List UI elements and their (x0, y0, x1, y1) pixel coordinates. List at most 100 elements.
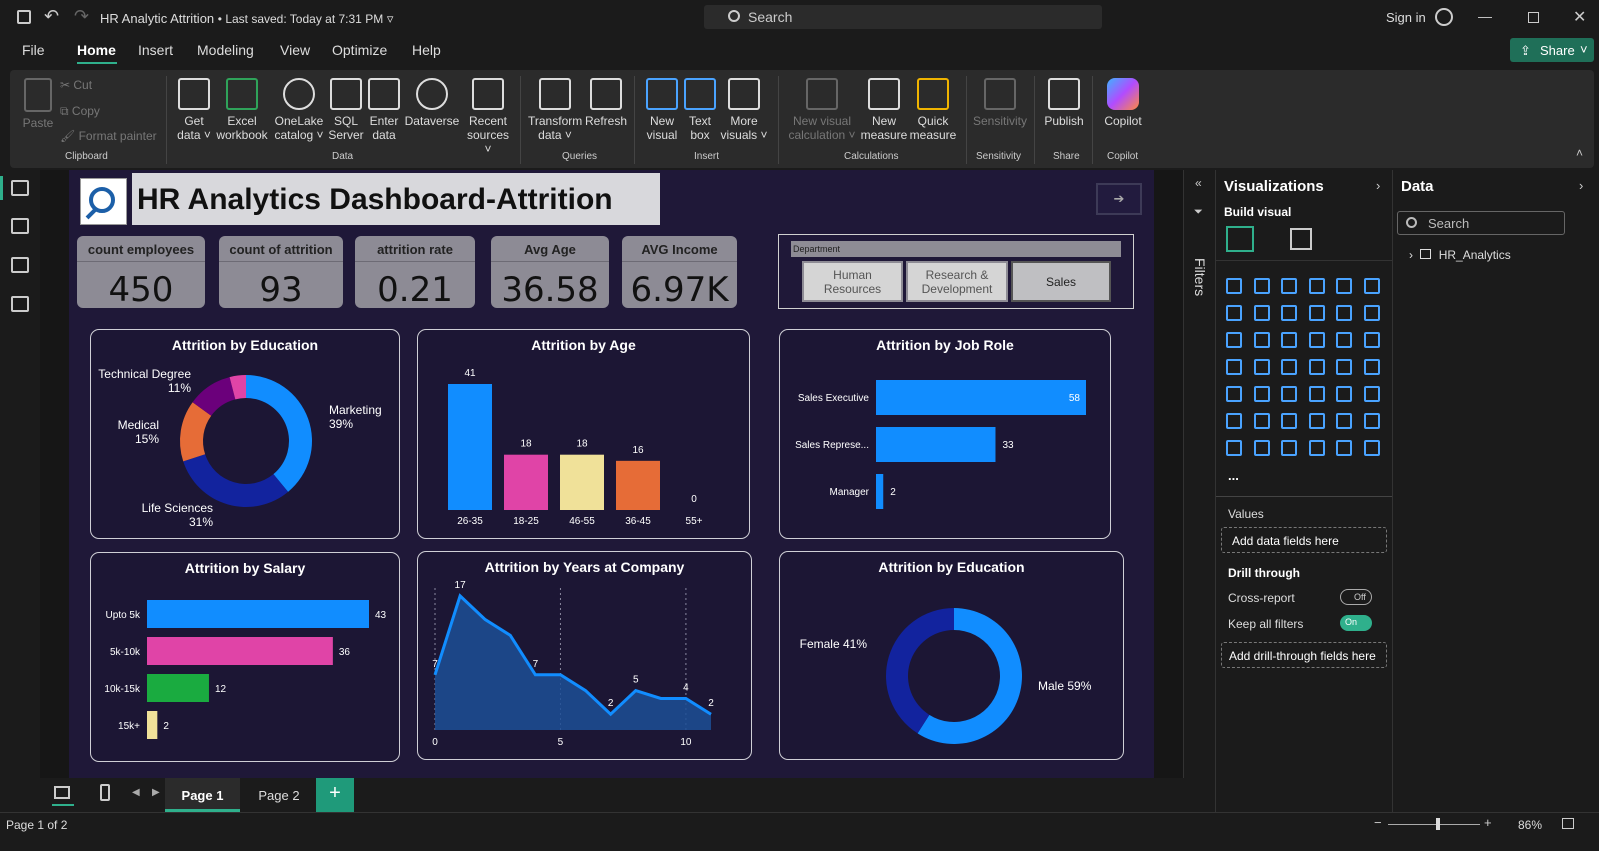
zoom-out-icon[interactable]: − (1374, 815, 1382, 830)
values-well[interactable]: Add data fields here (1221, 527, 1387, 553)
line-clustered-visual-icon[interactable] (1363, 305, 1380, 321)
next-page-icon[interactable]: ▶ (152, 787, 160, 798)
chart-attrition-by-job-role[interactable]: Attrition by Job Role Sales Executive 58 S… (779, 329, 1111, 539)
chart-attrition-by-age[interactable]: Attrition by Age 41 26-35 18 18-25 18 46-55 16… (417, 329, 750, 539)
smart-narrative-visual-icon[interactable] (1336, 413, 1352, 429)
python-visual-visual-icon[interactable] (1226, 413, 1242, 429)
new-visual-calculation-button[interactable]: New visual calculation ˅ (786, 70, 858, 142)
metrics-visual-icon[interactable] (1363, 413, 1380, 429)
menu-modeling[interactable]: Modeling (197, 42, 254, 58)
prev-page-icon[interactable]: ◀ (132, 787, 140, 798)
100-bar-visual-icon[interactable] (1336, 278, 1352, 294)
undo-icon[interactable]: ↶ (44, 6, 59, 27)
menu-help[interactable]: Help (412, 42, 441, 58)
avatar[interactable] (1435, 8, 1453, 26)
power-apps-visual-icon[interactable] (1253, 440, 1270, 456)
menu-home[interactable]: Home (77, 42, 116, 58)
power-automate-visual-icon[interactable] (1281, 440, 1297, 456)
filters-pane[interactable]: « ⏷ Filters (1183, 170, 1215, 825)
quick-measure-button[interactable]: Quick measure (908, 70, 958, 142)
ribbon-visual-icon[interactable] (1308, 305, 1325, 321)
power-bi-button-visual-icon[interactable] (1308, 440, 1325, 456)
paginated-report-visual-icon[interactable] (1226, 440, 1242, 456)
cross-report-toggle[interactable]: Off (1340, 589, 1372, 605)
close-icon[interactable]: ✕ (1573, 7, 1586, 27)
menu-file[interactable]: File (22, 42, 45, 58)
page-tab-1[interactable]: Page 1 (165, 778, 240, 812)
chart-attrition-by-gender[interactable]: Attrition by Education Male 59% Female 41… (779, 551, 1124, 760)
zoom-thumb[interactable] (1436, 818, 1440, 830)
dax-query-view-icon[interactable] (11, 296, 29, 312)
treemap-visual-icon[interactable] (1363, 332, 1380, 348)
onelake-catalog-button[interactable]: OneLake catalog ˅ (270, 70, 328, 142)
more-visuals-button[interactable]: More visuals ˅ (718, 70, 770, 142)
more-visuals-icon[interactable]: ... (1228, 468, 1239, 483)
sign-in-button[interactable]: Sign in (1386, 10, 1426, 25)
dataverse-button[interactable]: Dataverse (402, 70, 462, 128)
menu-optimize[interactable]: Optimize (332, 42, 387, 58)
qa-visual-icon[interactable] (1308, 413, 1325, 429)
collapse-pane-icon[interactable]: › (1376, 178, 1380, 193)
scatter-visual-icon[interactable] (1281, 332, 1297, 348)
format-visual-tab-icon[interactable] (1290, 228, 1312, 250)
chart-attrition-by-education[interactable]: Attrition by Education Marketing 39% Life … (90, 329, 400, 539)
get-data-button[interactable]: Get data ˅ (174, 70, 214, 142)
drill-through-well[interactable]: Add drill-through fields here (1221, 642, 1387, 668)
stacked-bar-visual-icon[interactable] (1226, 278, 1242, 294)
zoom-in-icon[interactable]: + (1484, 815, 1492, 830)
slicer-item-human-resources[interactable]: Human Resources (802, 261, 903, 302)
maximize-icon[interactable] (1528, 12, 1539, 23)
new-measure-button[interactable]: New measure (860, 70, 908, 142)
slicer-visual-icon[interactable] (1281, 386, 1297, 402)
kpi-visual-icon[interactable] (1253, 386, 1270, 402)
refresh-button[interactable]: Refresh (584, 70, 628, 128)
slicer-item-sales[interactable]: Sales (1011, 261, 1111, 302)
more-visual-icon[interactable] (1363, 440, 1380, 456)
donut-visual-icon[interactable] (1336, 332, 1352, 348)
clustered-bar-visual-icon[interactable] (1281, 278, 1297, 294)
excel-workbook-button[interactable]: Excel workbook (214, 70, 270, 142)
card-visual-icon[interactable] (1363, 359, 1380, 375)
waterfall-visual-icon[interactable] (1226, 332, 1242, 348)
key-influencers-visual-icon[interactable] (1253, 413, 1270, 429)
sql-server-button[interactable]: SQL Server (326, 70, 366, 142)
fit-page-icon[interactable] (1562, 818, 1574, 829)
text-box-button[interactable]: Text box (682, 70, 718, 142)
recent-sources-button[interactable]: Recent sources ˅ (462, 70, 514, 156)
area-visual-icon[interactable] (1253, 305, 1270, 321)
paste-button[interactable]: Paste (18, 70, 58, 130)
transform-data-button[interactable]: Transform data ˅ (528, 70, 582, 142)
chart-attrition-by-salary[interactable]: Attrition by Salary Upto 5k 43 5k-10k 36 10k… (90, 552, 400, 762)
data-search-input[interactable]: Search (1397, 211, 1565, 235)
zoom-slider[interactable] (1388, 824, 1480, 825)
cut-button[interactable]: ✂ Cut (60, 78, 92, 92)
navigate-button[interactable]: ➔ (1096, 183, 1142, 215)
share-button[interactable]: ⇪ Share ˅ (1510, 38, 1594, 62)
stacked-area-visual-icon[interactable] (1281, 305, 1297, 321)
narrative-visual-icon[interactable] (1336, 440, 1352, 456)
keep-all-filters-toggle[interactable]: On (1340, 615, 1372, 631)
decomposition-tree-visual-icon[interactable] (1281, 413, 1297, 429)
clustered-column-visual-icon[interactable] (1308, 278, 1325, 294)
publish-button[interactable]: Publish (1042, 70, 1086, 128)
slicer-item-research-development[interactable]: Research & Development (906, 261, 1008, 302)
build-visual-tab-icon[interactable] (1226, 226, 1254, 252)
map-visual-icon[interactable] (1226, 359, 1242, 375)
stacked-column-visual-icon[interactable] (1253, 278, 1270, 294)
expand-icon[interactable]: « (1195, 176, 1202, 190)
new-visual-button[interactable]: New visual (642, 70, 682, 142)
filled-map-visual-icon[interactable] (1253, 359, 1270, 375)
gauge-visual-icon[interactable] (1336, 359, 1352, 375)
format-painter-button[interactable]: 🖌 Format painter (60, 129, 157, 143)
copilot-button[interactable]: Copilot (1098, 70, 1148, 128)
copy-button[interactable]: ⧉ Copy (60, 104, 100, 119)
collapse-ribbon-icon[interactable]: ˄ (1576, 146, 1583, 160)
search-input[interactable]: Search (704, 5, 1102, 29)
100-column-visual-icon[interactable] (1363, 278, 1380, 294)
desktop-layout-icon[interactable] (54, 786, 70, 799)
azure-map-visual-icon[interactable] (1308, 359, 1325, 375)
shape-map-visual-icon[interactable] (1281, 359, 1297, 375)
redo-icon[interactable]: ↷ (74, 6, 89, 27)
save-icon[interactable] (17, 10, 31, 24)
menu-insert[interactable]: Insert (138, 42, 173, 58)
